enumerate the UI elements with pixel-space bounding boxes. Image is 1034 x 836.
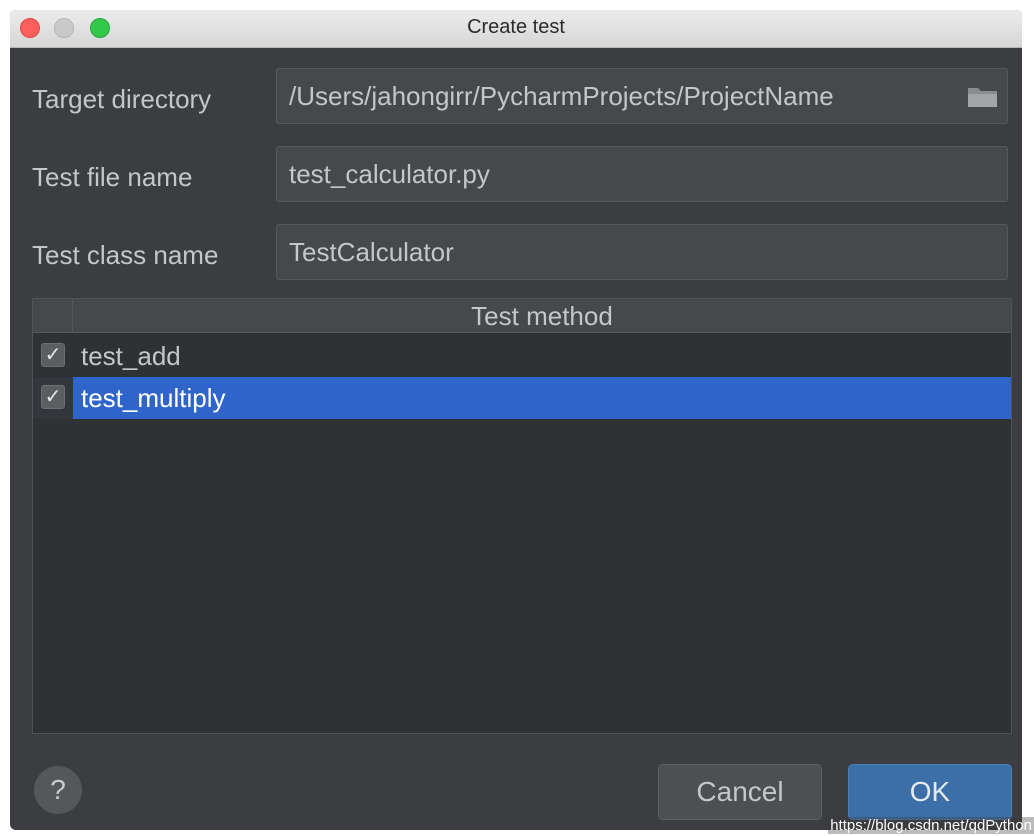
test-file-name-field[interactable]: test_calculator.py	[276, 146, 1008, 202]
create-test-dialog: Create test Target directory /Users/jaho…	[10, 10, 1022, 830]
target-directory-field[interactable]: /Users/jahongirr/PycharmProjects/Project…	[276, 68, 1008, 124]
window-title: Create test	[467, 16, 565, 38]
test-multiply-checkbox[interactable]: ✓	[41, 385, 65, 409]
test-add-checkbox[interactable]: ✓	[41, 343, 65, 367]
table-row-test-multiply[interactable]: ✓ test_multiply	[33, 377, 1011, 419]
test-class-name-field[interactable]: TestCalculator	[276, 224, 1008, 280]
target-directory-label: Target directory	[32, 84, 212, 114]
test-method-column-header[interactable]: Test method	[73, 299, 1011, 333]
test-class-name-label: Test class name	[32, 240, 219, 270]
test-methods-table: Test method ✓ test_add ✓ test_multiply	[32, 298, 1012, 734]
watermark-text: https://blog.csdn.net/qdPython	[828, 817, 1034, 834]
test-file-name-label: Test file name	[32, 162, 193, 192]
table-row-test-add[interactable]: ✓ test_add	[33, 335, 1011, 377]
target-directory-value: /Users/jahongirr/PycharmProjects/Project…	[289, 81, 834, 111]
checkbox-column-header[interactable]	[33, 299, 73, 333]
test-add-name: test_add	[81, 341, 181, 371]
cancel-button[interactable]: Cancel	[658, 764, 822, 820]
test-multiply-name: test_multiply	[81, 383, 226, 413]
table-header: Test method	[33, 299, 1011, 333]
title-bar: Create test	[10, 10, 1022, 48]
help-button[interactable]: ?	[34, 766, 82, 814]
ok-button[interactable]: OK	[848, 764, 1012, 820]
folder-icon[interactable]	[967, 85, 999, 109]
